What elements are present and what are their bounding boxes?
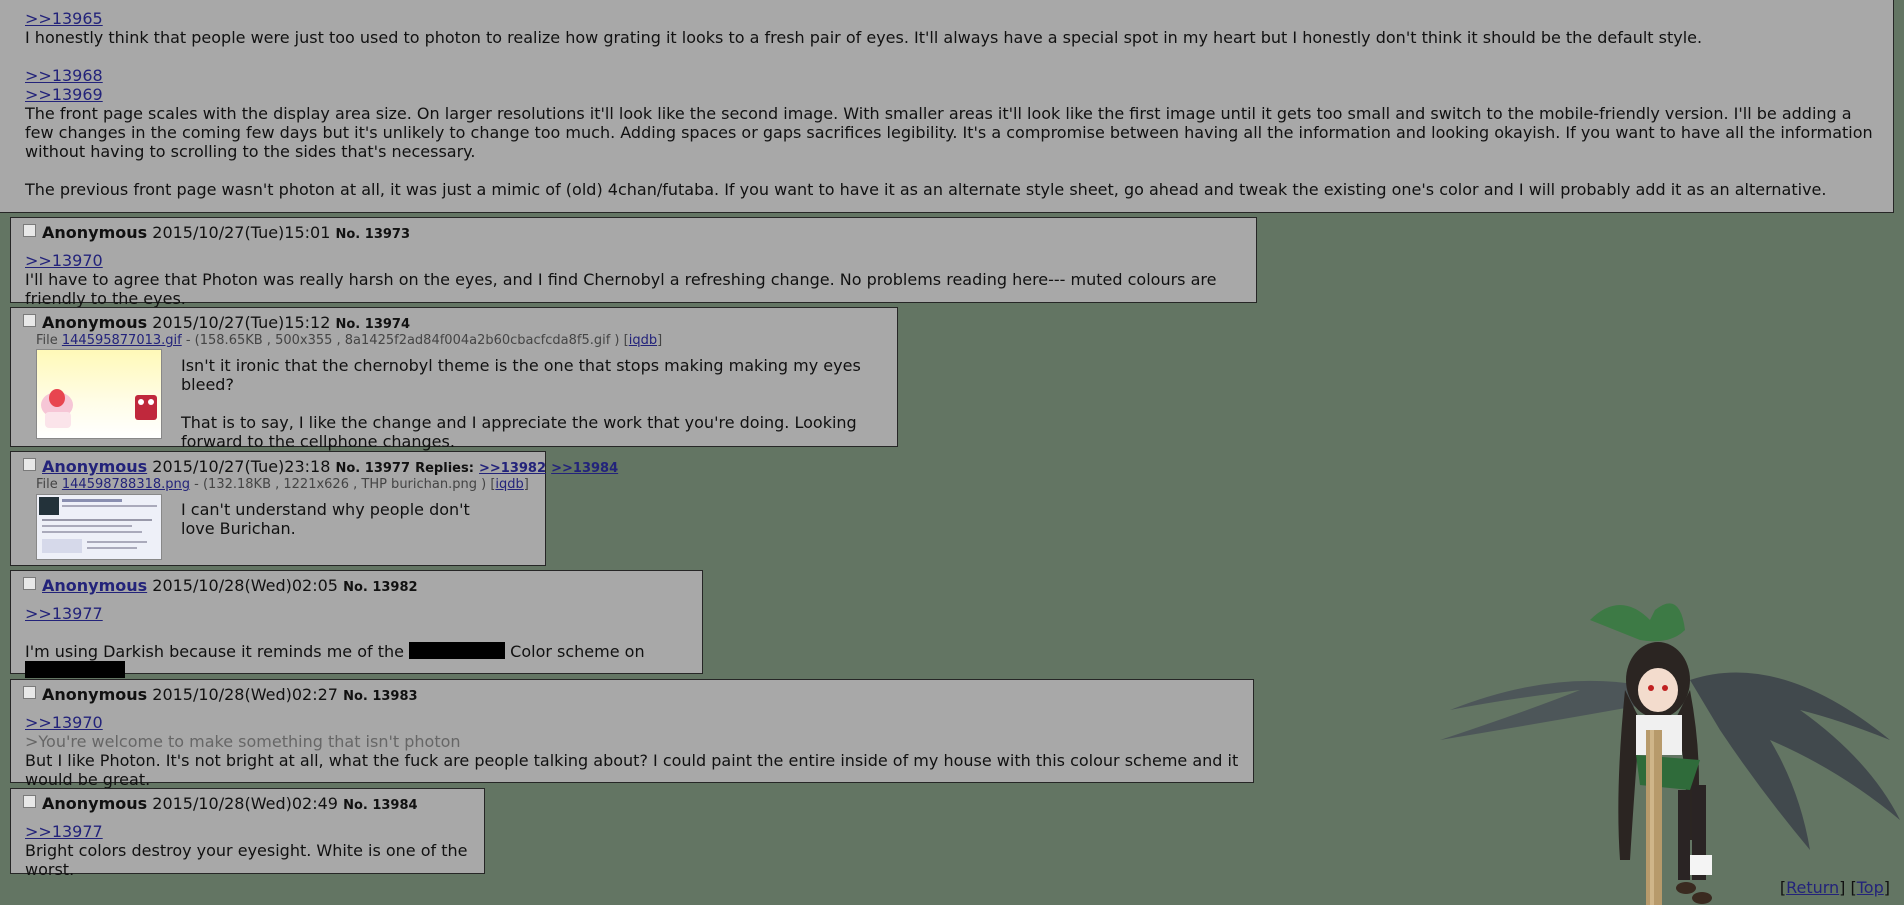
footer-nav: [Return] [Top] [1779, 878, 1890, 897]
poster-name: Anonymous [42, 794, 148, 813]
post-message: The previous front page wasn't photon at… [25, 180, 1827, 199]
delete-checkbox[interactable] [23, 314, 36, 327]
post-header: Anonymous 2015/10/28(Wed)02:05 No. 13982 [23, 576, 418, 598]
post-message: I'll have to agree that Photon was reall… [25, 270, 1217, 308]
post-message: I'm using Darkish because it reminds me … [25, 642, 692, 680]
file-info: File 144598788318.png - (132.18KB , 1221… [36, 477, 529, 492]
quote-link[interactable]: >>13968 [25, 66, 1883, 85]
quote-link[interactable]: >>13970 [25, 713, 1243, 732]
quote-link[interactable]: >>13969 [25, 85, 1883, 104]
post-date: 2015/10/28(Wed)02:05 [152, 576, 338, 595]
post-number[interactable]: No. 13983 [343, 689, 418, 704]
delete-checkbox[interactable] [23, 224, 36, 237]
image-thumbnail[interactable] [36, 494, 162, 560]
poster-name: Anonymous [42, 313, 148, 332]
post-date: 2015/10/27(Tue)15:01 [152, 223, 331, 242]
post-top: >>13965 I honestly think that people wer… [0, 0, 1894, 213]
cake-illustration-icon [41, 389, 157, 428]
spoiler-redaction[interactable] [25, 661, 125, 678]
post-message: Isn't it ironic that the chernobyl theme… [181, 356, 861, 394]
file-info: File 144595877013.gif - (158.65KB , 500x… [36, 333, 663, 348]
poster-name: Anonymous [42, 223, 148, 242]
file-link[interactable]: 144598788318.png [62, 477, 190, 492]
post-number[interactable]: No. 13974 [336, 317, 411, 332]
poster-name: Anonymous [42, 685, 148, 704]
delete-checkbox[interactable] [23, 458, 36, 471]
post-number[interactable]: No. 13984 [343, 798, 418, 813]
top-link[interactable]: Top [1857, 878, 1884, 897]
iqdb-link[interactable]: iqdb [629, 333, 657, 348]
reply-post: Anonymous 2015/10/27(Tue)23:18 No. 13977… [10, 451, 618, 566]
quote-link[interactable]: >>13977 [25, 604, 692, 623]
post-message: I can't understand why people don't love… [181, 500, 470, 538]
reply-post: Anonymous 2015/10/27(Tue)15:12 No. 13974… [10, 307, 898, 451]
post-header: Anonymous 2015/10/28(Wed)02:27 No. 13983 [23, 685, 418, 707]
screenshot-preview-icon [39, 497, 157, 553]
file-link[interactable]: 144595877013.gif [62, 333, 182, 348]
post-number[interactable]: No. 13982 [343, 580, 418, 595]
quote-link[interactable]: >>13965 [25, 9, 1883, 28]
post-message: I honestly think that people were just t… [25, 28, 1703, 47]
poster-name[interactable]: Anonymous [42, 576, 147, 595]
post-number[interactable]: No. 13973 [336, 227, 411, 242]
reply-post: Anonymous 2015/10/28(Wed)02:05 No. 13982… [10, 570, 703, 678]
replies-label: Replies: [415, 461, 474, 476]
post-message: Bright colors destroy your eyesight. Whi… [25, 841, 468, 879]
post-date: 2015/10/28(Wed)02:27 [152, 685, 338, 704]
reply-link[interactable]: >>13982 [479, 461, 546, 476]
post-message: But I like Photon. It's not bright at al… [25, 751, 1239, 789]
post-header: Anonymous 2015/10/27(Tue)15:01 No. 13973 [23, 223, 410, 245]
reply-link[interactable]: >>13984 [551, 461, 618, 476]
iqdb-link[interactable]: iqdb [495, 477, 523, 492]
greentext-quote: >You're welcome to make something that i… [25, 732, 461, 751]
delete-checkbox[interactable] [23, 577, 36, 590]
reply-post: Anonymous 2015/10/28(Wed)02:27 No. 13983… [10, 679, 1254, 789]
post-date: 2015/10/27(Tue)15:12 [152, 313, 331, 332]
reply-post: Anonymous 2015/10/27(Tue)15:01 No. 13973… [10, 217, 1257, 308]
quote-link[interactable]: >>13977 [25, 822, 474, 841]
quote-link[interactable]: >>13970 [25, 251, 1246, 270]
post-date: 2015/10/28(Wed)02:49 [152, 794, 338, 813]
return-link[interactable]: Return [1786, 878, 1839, 897]
poster-name[interactable]: Anonymous [42, 457, 147, 476]
image-thumbnail[interactable] [36, 349, 162, 439]
post-message: The front page scales with the display a… [25, 104, 1873, 161]
post-number[interactable]: No. 13977 [336, 461, 411, 476]
post-message: That is to say, I like the change and I … [181, 413, 857, 451]
post-header: Anonymous 2015/10/28(Wed)02:49 No. 13984 [23, 794, 418, 816]
delete-checkbox[interactable] [23, 795, 36, 808]
spoiler-redaction[interactable] [409, 642, 506, 659]
delete-checkbox[interactable] [23, 686, 36, 699]
post-header: Anonymous 2015/10/27(Tue)23:18 No. 13977… [23, 457, 618, 479]
post-date: 2015/10/27(Tue)23:18 [152, 457, 331, 476]
mascot-illustration [1440, 603, 1900, 905]
post-header: Anonymous 2015/10/27(Tue)15:12 No. 13974 [23, 313, 410, 335]
reply-post: Anonymous 2015/10/28(Wed)02:49 No. 13984… [10, 788, 485, 879]
